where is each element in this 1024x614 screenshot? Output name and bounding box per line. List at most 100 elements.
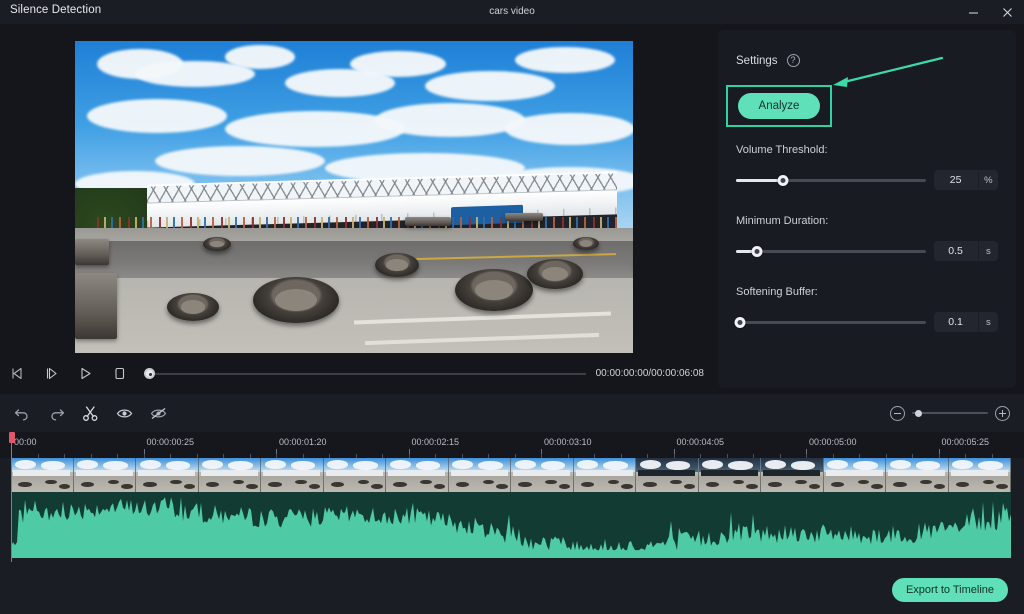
slider-fill [736,178,784,182]
filmstrip [11,458,1011,492]
thumb-cloud [452,460,474,469]
thumb-cloud [415,461,441,470]
thumb-cloud [139,460,161,469]
cloud-shape [350,51,446,77]
video-preview[interactable] [75,41,633,353]
ruler-label: 00:00:04:05 [676,437,725,447]
thumb-cloud [790,461,816,470]
cloud-shape [505,113,633,145]
hide-silence-button[interactable] [146,402,170,424]
slider-handle[interactable] [751,245,763,257]
play-icon [80,367,91,380]
audio-waveform [11,497,1011,558]
timeline-ruler[interactable]: 00:00 00:00:00:25 00:00:01:20 00:00:02:15 00… [0,432,1024,458]
thumb-cloud [77,460,99,469]
thumb-cloud [952,460,974,469]
filmstrip-thumbnail [698,458,761,492]
step-forward-button[interactable] [34,359,68,389]
thumb-tire [670,479,682,485]
playhead-handle[interactable] [9,432,15,443]
redo-button[interactable] [44,402,68,424]
thumb-tire [371,483,383,489]
step-backward-icon [11,367,22,380]
slider-track [736,320,926,324]
thumb-tire [295,479,307,485]
thumb-tire [545,479,557,485]
thumb-cloud [165,461,191,470]
show-silence-button[interactable] [112,402,136,424]
cloud-shape [375,103,525,137]
undo-button[interactable] [10,402,34,424]
close-button[interactable] [990,0,1024,24]
thumb-cloud [264,460,286,469]
thumb-cloud [639,460,661,469]
export-to-timeline-button[interactable]: Export to Timeline [892,578,1008,602]
scrubber[interactable] [142,359,586,389]
help-icon[interactable]: ? [786,54,800,67]
thumb-tire [857,479,869,485]
filmstrip-thumbnail [886,458,949,492]
slider-handle[interactable] [777,174,789,186]
filmstrip-thumbnail [573,458,636,492]
softening-buffer-value[interactable]: 0.1 [933,312,978,332]
slider-handle[interactable] [734,316,746,328]
analyze-button[interactable]: Analyze [738,93,820,119]
step-forward-icon [46,367,57,380]
thumb-cloud [577,460,599,469]
thumb-tire [107,479,119,485]
title-bar: Silence Detection cars video [0,0,1024,24]
thumb-cloud [540,461,566,470]
audio-track[interactable] [11,492,1011,558]
minimize-button[interactable] [956,0,990,24]
zoom-slider-handle[interactable] [915,409,922,417]
minimum-duration-value[interactable]: 0.5 [933,241,978,261]
undo-icon [14,408,28,420]
step-backward-button[interactable] [0,359,34,389]
barrier-block [75,239,109,265]
thumb-cloud [827,460,849,469]
thumb-cloud [228,461,253,470]
tire-object [527,259,583,289]
stop-button[interactable] [102,359,136,389]
minimum-duration-slider[interactable] [736,244,926,258]
volume-threshold-value[interactable]: 25 [933,170,978,190]
filmstrip-thumbnail [448,458,511,492]
thumb-cloud [514,460,536,469]
ruler-label: 00:00:03:10 [544,437,592,447]
thumb-cloud [665,461,691,470]
timecode-display: 00:00:00:00/00:00:06:08 [595,368,704,379]
scrubber-handle[interactable] [144,368,155,379]
thumb-cloud [764,460,786,469]
volume-threshold-slider[interactable] [736,173,926,187]
softening-buffer-label: Softening Buffer: [736,286,818,298]
tire-object [253,277,339,323]
zoom-slider[interactable] [912,407,988,419]
thumb-tire [496,483,508,489]
minimum-duration-unit: s [977,241,998,261]
play-button[interactable] [68,359,102,389]
minimum-duration-label: Minimum Duration: [736,215,829,227]
zoom-in-button[interactable] [995,405,1010,421]
volume-threshold-row: 25 % [736,170,998,190]
softening-buffer-control: Softening Buffer: 0.1 s [734,286,998,332]
zoom-out-button[interactable] [890,405,905,421]
minimum-duration-control: Minimum Duration: 0.5 s [736,215,998,261]
softening-buffer-unit: s [977,312,998,332]
tire-object [375,253,419,277]
cut-button[interactable] [78,402,102,424]
video-clip[interactable] [11,458,1011,558]
ruler-label: 00:00:01:20 [279,437,327,447]
scrubber-track[interactable] [152,372,586,375]
redo-icon [50,408,64,420]
ruler-label: 00:00 [14,437,37,447]
thumb-cloud [603,461,628,470]
softening-buffer-slider[interactable] [734,315,926,329]
filmstrip-thumbnail [323,458,386,492]
scissors-icon [82,405,97,421]
document-name: cars video [489,6,535,17]
thumb-tire [45,479,57,485]
ruler-label: 00:00:02:15 [411,437,460,447]
thumb-tire [482,479,494,485]
tire-object [455,269,533,311]
thumb-tire [558,483,571,489]
